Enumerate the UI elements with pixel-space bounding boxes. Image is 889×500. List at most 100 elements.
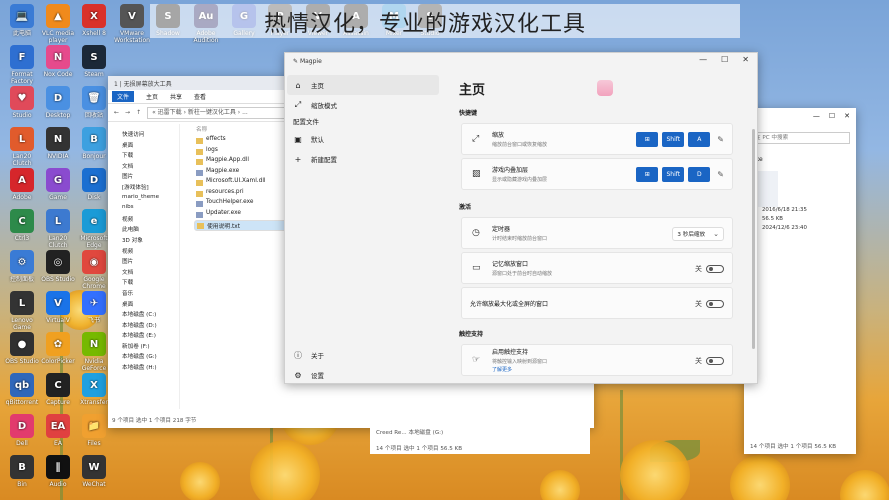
remember-toggle[interactable]: 关: [695, 264, 724, 274]
nav-item[interactable]: 3D 对象: [108, 236, 179, 247]
nav-home[interactable]: ⌂ 主页: [287, 75, 439, 95]
learn-more-link[interactable]: 了解更多: [492, 366, 547, 373]
toggle-state: 关: [695, 265, 702, 273]
file-row[interactable]: Updater.exe: [194, 210, 294, 221]
file-row[interactable]: Magpie.App.dll: [194, 157, 294, 168]
ribbon-tab-view[interactable]: 查看: [194, 92, 206, 101]
file-row[interactable]: Microsoft.UI.Xaml.dll: [194, 178, 294, 189]
nav-item[interactable]: 下载: [108, 278, 179, 289]
touch-toggle[interactable]: 关: [695, 356, 724, 366]
allow-max-toggle[interactable]: 关: [695, 299, 724, 309]
nav-item[interactable]: 视频: [108, 247, 179, 258]
maximize-icon[interactable]: ☐: [829, 112, 835, 122]
nav-item[interactable]: 下载: [108, 151, 179, 162]
desktop-icon[interactable]: ♥ Studio: [4, 86, 40, 126]
ribbon-tab-share[interactable]: 共享: [170, 92, 182, 101]
timer-select[interactable]: 3 秒后缩放 ⌄: [672, 227, 724, 241]
desktop-icon[interactable]: A Adobe: [4, 168, 40, 208]
desktop-icon[interactable]: D Desktop: [40, 86, 76, 126]
nav-settings[interactable]: ⚙ 设置: [287, 365, 324, 385]
desktop-icon[interactable]: ✈ 飞书: [76, 291, 112, 331]
desktop-icon[interactable]: N Nvidia GeForce: [76, 332, 112, 372]
close-icon[interactable]: ✕: [742, 55, 749, 64]
nav-item[interactable]: 文档: [108, 162, 179, 173]
file-row[interactable]: Magpie.exe: [194, 168, 294, 179]
desktop-icon[interactable]: EA EA: [40, 414, 76, 454]
desktop-icon[interactable]: V VirtualV: [40, 291, 76, 331]
desktop-icon[interactable]: L Lan20 Clutch: [4, 127, 40, 167]
desktop-icon[interactable]: e Microsoft Edge: [76, 209, 112, 249]
desktop-icon[interactable]: 🗑 回收站: [76, 86, 112, 126]
nav-item[interactable]: mario_theme: [108, 194, 179, 205]
second-explorer-window[interactable]: — ☐ ✕ 在 PC 中搜索 exe 2016/6/18 21:35 56.5 …: [744, 108, 856, 454]
desktop-icon[interactable]: L Lan20 Clutch: [40, 209, 76, 249]
desktop-icon[interactable]: D Dell: [4, 414, 40, 454]
desktop-icon[interactable]: D Disk: [76, 168, 112, 208]
magpie-window[interactable]: ✎ Magpie — ☐ ✕ ⌂ 主页 ⤢ 缩放模式 配置文件 ▣ 默认 + 新建配置 …: [284, 52, 758, 384]
nav-about[interactable]: ⓘ 关于: [287, 345, 324, 365]
desktop-icon[interactable]: C Ctrl3: [4, 209, 40, 249]
desktop-icon[interactable]: ✿ ColorPicker: [40, 332, 76, 372]
desktop-icon[interactable]: S Steam: [76, 45, 112, 85]
desktop-icon[interactable]: ◉ Google Chrome: [76, 250, 112, 290]
desktop-icon[interactable]: C Capture: [40, 373, 76, 413]
desktop-icon[interactable]: ∥ Audio: [40, 455, 76, 495]
file-row[interactable]: resources.pri: [194, 189, 294, 200]
up-arrow-icon[interactable]: ↑: [136, 109, 141, 116]
file-row[interactable]: logs: [194, 147, 294, 158]
search-input[interactable]: 在 PC 中搜索: [750, 132, 850, 144]
desktop-icon[interactable]: B Bonjour: [76, 127, 112, 167]
desktop-icon[interactable]: ⚙ 控制面板: [4, 250, 40, 290]
nav-item[interactable]: 文档: [108, 268, 179, 279]
nav-new-profile[interactable]: + 新建配置: [287, 149, 439, 169]
nav-item[interactable]: 图片: [108, 172, 179, 183]
nav-item[interactable]: 桌面: [108, 141, 179, 152]
desktop-icon[interactable]: N NVIDIA: [40, 127, 76, 167]
nav-item[interactable]: 新加卷 (F:): [108, 342, 179, 353]
desktop-icon-label: OBS Studio: [5, 358, 39, 365]
minimize-icon[interactable]: —: [699, 55, 707, 64]
file-row[interactable]: TouchHelper.exe: [194, 199, 294, 210]
back-arrow-icon[interactable]: ←: [114, 109, 119, 116]
desktop-icon[interactable]: 📁 Files: [76, 414, 112, 454]
nav-item[interactable]: 本地磁盘 (H:): [108, 363, 179, 374]
file-row[interactable]: effects: [194, 136, 294, 147]
minimize-icon[interactable]: —: [813, 112, 820, 122]
scrollbar[interactable]: [752, 129, 755, 349]
nav-item[interactable]: 本地磁盘 (D:): [108, 321, 179, 332]
close-icon[interactable]: ✕: [844, 112, 850, 122]
nav-item[interactable]: 视频: [108, 215, 179, 226]
forward-arrow-icon[interactable]: →: [125, 109, 130, 116]
nav-item[interactable]: nibs: [108, 204, 179, 215]
desktop-icon[interactable]: F Format Factory: [4, 45, 40, 85]
ribbon-tab-home[interactable]: 主页: [146, 92, 158, 101]
nav-item[interactable]: 快速访问: [108, 130, 179, 141]
nav-item[interactable]: 音乐: [108, 289, 179, 300]
desktop-icon[interactable]: X Xtransfer: [76, 373, 112, 413]
maximize-icon[interactable]: ☐: [721, 55, 728, 64]
desktop-icon[interactable]: ● OBS Studio: [4, 332, 40, 372]
edit-shortcut-icon[interactable]: ✎: [717, 170, 724, 179]
desktop-icon-label: Ctrl3: [14, 235, 30, 242]
edit-shortcut-icon[interactable]: ✎: [717, 135, 724, 144]
desktop-icon-label: Capture: [46, 399, 70, 406]
nav-item[interactable]: 本地磁盘 (E:): [108, 331, 179, 342]
desktop-icon[interactable]: N Nox Code: [40, 45, 76, 85]
nav-default-profile[interactable]: ▣ 默认: [287, 129, 439, 149]
desktop-icon[interactable]: W WeChat: [76, 455, 112, 495]
nav-item[interactable]: 本地磁盘 (C:): [108, 310, 179, 321]
nav-item[interactable]: 图片: [108, 257, 179, 268]
nav-item[interactable]: 桌面: [108, 300, 179, 311]
desktop-icon[interactable]: G Game: [40, 168, 76, 208]
nav-item[interactable]: 此电脑: [108, 225, 179, 236]
column-header-name[interactable]: 名称: [194, 124, 294, 136]
nav-item[interactable]: [游戏体验]: [108, 183, 179, 194]
nav-scaling-mode[interactable]: ⤢ 缩放模式: [287, 95, 439, 115]
ribbon-tab-file[interactable]: 文件: [112, 91, 135, 102]
desktop-icon[interactable]: ◎ OBS Studio: [40, 250, 76, 290]
file-row[interactable]: 使用说明.txt: [194, 220, 294, 231]
desktop-icon[interactable]: B Bin: [4, 455, 40, 495]
desktop-icon[interactable]: L Lenovo Game: [4, 291, 40, 331]
desktop-icon[interactable]: qb qBittorrent: [4, 373, 40, 413]
nav-item[interactable]: 本地磁盘 (G:): [108, 352, 179, 363]
